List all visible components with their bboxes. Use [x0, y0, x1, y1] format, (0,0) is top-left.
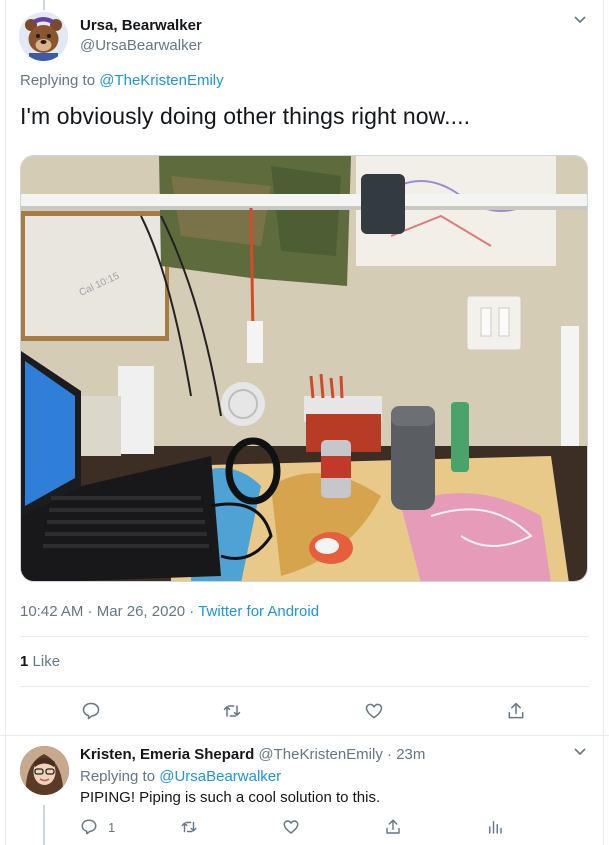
analytics-icon	[489, 821, 502, 834]
like-label: Like	[32, 653, 61, 670]
tweet-text: I'm obviously doing other things right n…	[20, 103, 471, 129]
retweet-icon	[223, 705, 241, 717]
reply-count: 1	[108, 819, 116, 835]
reply-icon	[82, 702, 100, 720]
reply-author-handle[interactable]: @TheKristenEmily	[258, 746, 382, 763]
tweet-header: Ursa, Bearwalker @UrsaBearwalker	[80, 17, 202, 54]
reply-separator-dot: ·	[387, 746, 393, 763]
tweet-time[interactable]: 10:42 AM	[20, 603, 83, 620]
thread-connector-top	[43, 0, 45, 10]
frame-left-border	[5, 0, 6, 845]
heart-icon	[365, 703, 383, 719]
tweet-meta: 10:42 AM · Mar 26, 2020 · Twitter for An…	[20, 603, 320, 620]
tweet-source[interactable]: Twitter for Android	[198, 603, 319, 620]
user-avatar-icon	[20, 746, 69, 795]
reply-analytics-button[interactable]	[486, 818, 504, 836]
like-count-row[interactable]: 1 Like	[20, 653, 60, 670]
reply-replying-to-link[interactable]: @UrsaBearwalker	[159, 768, 281, 785]
author-name[interactable]: Ursa, Bearwalker	[80, 17, 202, 34]
share-icon	[508, 702, 524, 719]
retweet-icon	[181, 821, 197, 833]
reply-button[interactable]	[79, 699, 103, 723]
like-button[interactable]	[362, 699, 386, 723]
retweet-button[interactable]	[220, 699, 244, 723]
reply-reply-button[interactable]: 1	[80, 818, 115, 836]
like-count: 1	[20, 653, 29, 670]
share-icon	[386, 819, 400, 834]
replying-prefix: Replying to	[20, 72, 96, 89]
frame-right-border	[603, 0, 604, 845]
divider	[20, 636, 589, 637]
reply-icon	[81, 819, 97, 835]
chevron-down-icon[interactable]	[573, 12, 587, 29]
reply-like-button[interactable]	[282, 818, 300, 836]
divider	[20, 686, 589, 687]
reply-time-ago[interactable]: 23m	[396, 746, 425, 763]
reply-replying-prefix: Replying to	[80, 768, 156, 785]
tweet-photo[interactable]: Cal 10:15	[20, 155, 588, 582]
reply-replying-to: Replying to @UrsaBearwalker	[80, 768, 281, 785]
reply-header: Kristen, Emeria Shepard @TheKristenEmily…	[80, 746, 425, 763]
reply-retweet-button[interactable]	[180, 818, 198, 836]
reply-author-name[interactable]: Kristen, Emeria Shepard	[80, 746, 254, 763]
reply-share-button[interactable]	[384, 818, 402, 836]
author-handle[interactable]: @UrsaBearwalker	[80, 37, 202, 54]
share-button[interactable]	[504, 699, 528, 723]
chevron-down-icon[interactable]	[573, 744, 587, 761]
avatar[interactable]	[19, 12, 68, 61]
reply-avatar[interactable]	[20, 746, 69, 795]
bear-avatar-icon	[19, 12, 68, 61]
replying-to-link[interactable]: @TheKristenEmily	[99, 72, 223, 89]
tweet-date[interactable]: Mar 26, 2020	[97, 603, 185, 620]
reply-text: PIPING! Piping is such a cool solution t…	[80, 789, 381, 806]
thread-connector-bottom	[43, 805, 45, 845]
replying-to: Replying to @TheKristenEmily	[20, 72, 224, 89]
desk-photo-icon: Cal 10:15	[21, 156, 587, 581]
heart-icon	[283, 820, 299, 834]
section-separator	[0, 735, 609, 736]
